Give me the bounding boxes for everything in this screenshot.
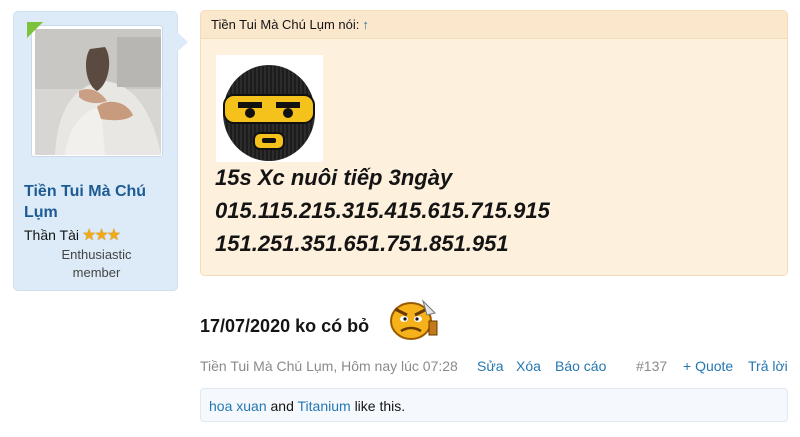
user-title-row: Thần Tài ★★★ xyxy=(24,225,121,245)
delete-link[interactable]: Xóa xyxy=(516,358,541,374)
avatar-image xyxy=(35,29,161,155)
online-status-badge xyxy=(27,22,43,38)
user-banner-text: Enthusiastic member xyxy=(61,247,132,280)
likes-and-text: and xyxy=(270,398,294,414)
post-author-time[interactable]: Tiền Tui Mà Chú Lụm, Hôm nay lúc 07:28 xyxy=(200,358,458,374)
angry-smiley-icon xyxy=(390,299,438,340)
likes-suffix-text: like this. xyxy=(354,398,406,414)
user-title: Thần Tài xyxy=(24,227,79,243)
report-link[interactable]: Báo cáo xyxy=(555,358,606,374)
post-message-text: 17/07/2020 ko có bỏ xyxy=(200,316,370,336)
quote-author: Tiền Tui Mà Chú Lụm nói: xyxy=(211,17,360,32)
likes-summary: hoa xuan and Titanium like this. xyxy=(200,388,788,422)
quote-jump-arrow-icon[interactable]: ↑ xyxy=(362,17,369,32)
quote-block: Tiền Tui Mà Chú Lụm nói: ↑ 15s Xc nuôi ti… xyxy=(200,10,788,276)
ninja-smiley-image xyxy=(216,55,323,162)
user-banner: Enthusiastic member xyxy=(14,246,179,282)
user-info-card: Tiền Tui Mà Chú Lụm Thần Tài ★★★ Enthusi… xyxy=(13,11,188,291)
quote-button[interactable]: + Quote xyxy=(683,358,733,374)
username-link[interactable]: Tiền Tui Mà Chú Lụm xyxy=(24,181,174,223)
quote-line-1: 15s Xc nuôi tiếp 3ngày xyxy=(215,165,453,190)
quote-line-2: 015.115.215.315.415.615.715.915 xyxy=(215,198,550,223)
reply-button[interactable]: Trả lời xyxy=(748,358,788,374)
liker-link-1[interactable]: hoa xuan xyxy=(209,398,267,414)
user-card-arrow xyxy=(177,32,188,52)
post-number-link[interactable]: #137 xyxy=(636,358,667,374)
edit-link[interactable]: Sửa xyxy=(477,358,504,374)
quote-line-3: 151.251.351.651.751.851.951 xyxy=(215,231,509,256)
star-rank-icon: ★★★ xyxy=(82,227,121,244)
ninja-mask-icon xyxy=(223,65,315,161)
liker-link-2[interactable]: Titanium xyxy=(298,398,351,414)
quote-header: Tiền Tui Mà Chú Lụm nói: ↑ xyxy=(201,11,787,39)
avatar[interactable] xyxy=(31,25,163,157)
